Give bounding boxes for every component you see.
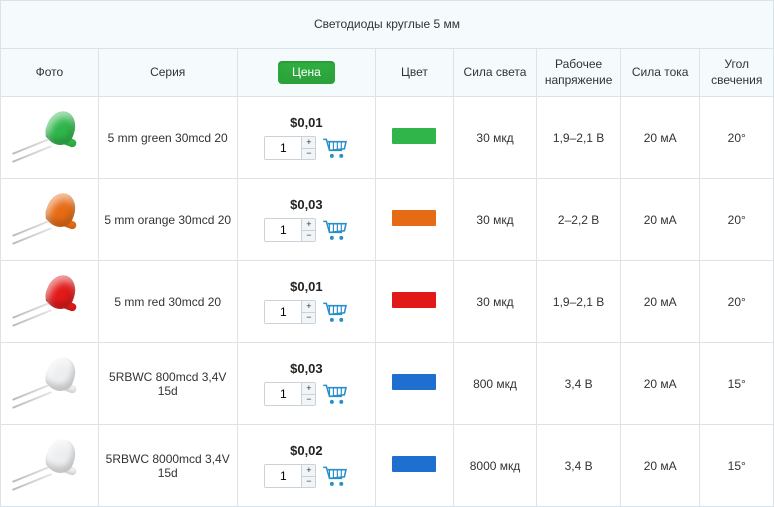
qty-decrease-button[interactable]: −: [302, 394, 315, 406]
cell-price: $0,03 + −: [237, 343, 376, 425]
color-swatch: [392, 374, 436, 390]
cell-voltage: 2–2,2 В: [537, 179, 621, 261]
cell-photo: [1, 261, 99, 343]
cell-photo: [1, 97, 99, 179]
cell-luminosity: 30 мкд: [453, 261, 537, 343]
qty-decrease-button[interactable]: −: [302, 230, 315, 242]
cell-current: 20 мА: [620, 425, 700, 507]
cart-icon[interactable]: [322, 301, 348, 323]
price-value: $0,03: [242, 361, 372, 376]
table-row: 5RBWC 800mcd 3,4V 15d $0,03 + −: [1, 343, 774, 425]
col-angle: Угол свечения: [700, 49, 774, 97]
cell-luminosity: 800 мкд: [453, 343, 537, 425]
col-photo: Фото: [1, 49, 99, 97]
cart-icon[interactable]: [322, 465, 348, 487]
price-value: $0,02: [242, 443, 372, 458]
cell-color: [376, 261, 453, 343]
led-photo: [9, 105, 89, 171]
cell-color: [376, 179, 453, 261]
cell-current: 20 мА: [620, 179, 700, 261]
cell-angle: 20°: [700, 97, 774, 179]
cell-series[interactable]: 5 mm red 30mcd 20: [98, 261, 237, 343]
quantity-stepper[interactable]: + −: [264, 382, 316, 406]
table-row: 5 mm orange 30mcd 20 $0,03 + −: [1, 179, 774, 261]
quantity-stepper[interactable]: + −: [264, 136, 316, 160]
cell-angle: 20°: [700, 179, 774, 261]
cell-angle: 15°: [700, 343, 774, 425]
qty-increase-button[interactable]: +: [302, 465, 315, 476]
col-price[interactable]: Цена: [237, 49, 376, 97]
qty-decrease-button[interactable]: −: [302, 476, 315, 488]
led-photo: [9, 433, 89, 499]
cell-price: $0,02 + −: [237, 425, 376, 507]
col-voltage: Рабочее напряжение: [537, 49, 621, 97]
cart-icon[interactable]: [322, 137, 348, 159]
col-luminosity: Сила света: [453, 49, 537, 97]
color-swatch: [392, 456, 436, 472]
quantity-input[interactable]: [265, 219, 301, 241]
sort-price-button[interactable]: Цена: [278, 61, 335, 85]
cell-luminosity: 30 мкд: [453, 179, 537, 261]
cell-current: 20 мА: [620, 97, 700, 179]
led-photo: [9, 269, 89, 335]
cell-price: $0,01 + −: [237, 97, 376, 179]
quantity-stepper[interactable]: + −: [264, 218, 316, 242]
col-color: Цвет: [376, 49, 453, 97]
qty-increase-button[interactable]: +: [302, 137, 315, 148]
color-swatch: [392, 128, 436, 144]
color-swatch: [392, 292, 436, 308]
cell-voltage: 3,4 В: [537, 425, 621, 507]
qty-increase-button[interactable]: +: [302, 301, 315, 312]
cell-price: $0,03 + −: [237, 179, 376, 261]
price-value: $0,03: [242, 197, 372, 212]
qty-decrease-button[interactable]: −: [302, 148, 315, 160]
col-series: Серия: [98, 49, 237, 97]
table-row: 5RBWC 8000mcd 3,4V 15d $0,02 + −: [1, 425, 774, 507]
table-row: 5 mm red 30mcd 20 $0,01 + −: [1, 261, 774, 343]
cell-series[interactable]: 5 mm orange 30mcd 20: [98, 179, 237, 261]
cell-color: [376, 343, 453, 425]
cell-current: 20 мА: [620, 343, 700, 425]
led-photo: [9, 187, 89, 253]
cart-icon[interactable]: [322, 383, 348, 405]
cell-color: [376, 425, 453, 507]
cell-current: 20 мА: [620, 261, 700, 343]
quantity-input[interactable]: [265, 383, 301, 405]
cell-series[interactable]: 5RBWC 800mcd 3,4V 15d: [98, 343, 237, 425]
cell-angle: 15°: [700, 425, 774, 507]
cell-angle: 20°: [700, 261, 774, 343]
cell-series[interactable]: 5RBWC 8000mcd 3,4V 15d: [98, 425, 237, 507]
quantity-input[interactable]: [265, 137, 301, 159]
cell-voltage: 1,9–2,1 В: [537, 261, 621, 343]
price-value: $0,01: [242, 115, 372, 130]
quantity-stepper[interactable]: + −: [264, 300, 316, 324]
cell-photo: [1, 343, 99, 425]
cell-voltage: 3,4 В: [537, 343, 621, 425]
quantity-input[interactable]: [265, 465, 301, 487]
cell-color: [376, 97, 453, 179]
price-value: $0,01: [242, 279, 372, 294]
led-table: Светодиоды круглые 5 мм Фото Серия Цена …: [0, 0, 774, 507]
quantity-input[interactable]: [265, 301, 301, 323]
cell-price: $0,01 + −: [237, 261, 376, 343]
qty-increase-button[interactable]: +: [302, 383, 315, 394]
cell-voltage: 1,9–2,1 В: [537, 97, 621, 179]
cart-icon[interactable]: [322, 219, 348, 241]
table-row: 5 mm green 30mcd 20 $0,01 + −: [1, 97, 774, 179]
cell-photo: [1, 179, 99, 261]
cell-luminosity: 8000 мкд: [453, 425, 537, 507]
col-current: Сила тока: [620, 49, 700, 97]
table-title: Светодиоды круглые 5 мм: [1, 1, 774, 49]
led-photo: [9, 351, 89, 417]
cell-series[interactable]: 5 mm green 30mcd 20: [98, 97, 237, 179]
cell-luminosity: 30 мкд: [453, 97, 537, 179]
color-swatch: [392, 210, 436, 226]
qty-increase-button[interactable]: +: [302, 219, 315, 230]
quantity-stepper[interactable]: + −: [264, 464, 316, 488]
cell-photo: [1, 425, 99, 507]
qty-decrease-button[interactable]: −: [302, 312, 315, 324]
